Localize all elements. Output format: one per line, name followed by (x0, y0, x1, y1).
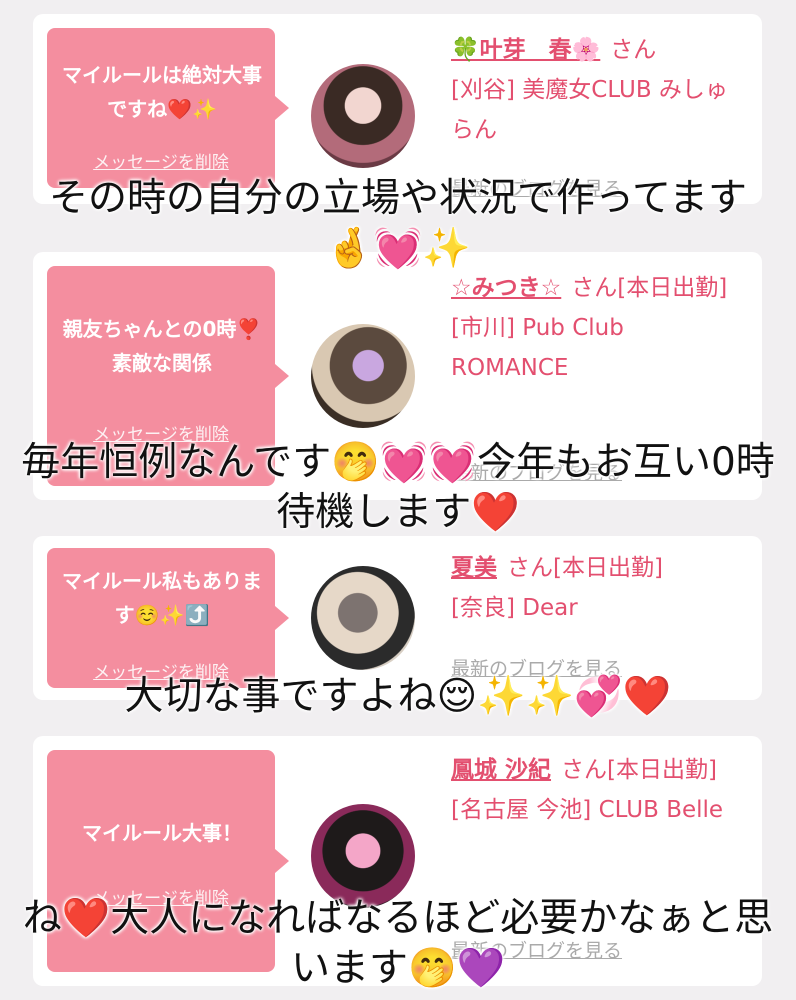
cast-name-link[interactable]: 鳳城 沙紀 (451, 757, 551, 783)
message-text: 親友ちゃんとの0時❣️素敵な関係 (62, 317, 262, 375)
delete-message-link[interactable]: メッセージを削除 (47, 150, 275, 176)
honorific: さん[本日出勤] (571, 275, 728, 301)
avatar[interactable] (311, 804, 415, 908)
store-label: [名古屋 今池] CLUB Belle (451, 797, 724, 823)
profile-info: ☆みつき☆ さん[本日出勤] [市川] Pub Club ROMANCE (451, 268, 742, 388)
message-bubble: マイルール私もあります☺️✨⤴️ メッセージを削除 (47, 548, 289, 688)
profile-info: 🍀叶芽 春🌸 さん [刈谷] 美魔女CLUB みしゅらん (451, 30, 742, 150)
message-bubble: マイルールは絶対大事ですね❤️✨ メッセージを削除 (47, 28, 289, 188)
cast-name-link[interactable]: 🍀叶芽 春🌸 (451, 37, 600, 63)
store-label: [刈谷] 美魔女CLUB みしゅらん (451, 77, 728, 143)
cast-name-link[interactable]: 夏美 (451, 555, 497, 581)
avatar[interactable] (311, 64, 415, 168)
honorific: さん[本日出勤] (507, 555, 663, 581)
overlay-caption-1: その時の自分の立場や状況で作ってます🤞💓✨ (48, 176, 748, 271)
store-label: [奈良] Dear (451, 595, 578, 621)
message-text: マイルール私もあります☺️✨⤴️ (62, 569, 262, 627)
overlay-caption-2: 毎年恒例なんです🤭💓💓今年もお互い0時待機します❤️ (21, 440, 775, 535)
profile-info: 鳳城 沙紀 さん[本日出勤] [名古屋 今池] CLUB Belle (451, 750, 742, 830)
store-label: [市川] Pub Club ROMANCE (451, 315, 624, 381)
message-text: マイルールは絶対大事ですね❤️✨ (62, 63, 262, 121)
profile-info: 夏美 さん[本日出勤] [奈良] Dear (451, 548, 742, 628)
overlay-caption-3: 大切な事ですよね😌✨✨💞❤️ (124, 674, 672, 719)
overlay-caption-4: ね❤️大人になればなるほど必要かなぁと思います🤭💜 (22, 896, 774, 991)
avatar[interactable] (311, 566, 415, 670)
honorific: さん (610, 37, 657, 63)
avatar[interactable] (311, 324, 415, 428)
message-text: マイルール大事！ (82, 821, 242, 845)
honorific: さん[本日出勤] (561, 757, 717, 783)
cast-name-link[interactable]: ☆みつき☆ (451, 275, 561, 301)
